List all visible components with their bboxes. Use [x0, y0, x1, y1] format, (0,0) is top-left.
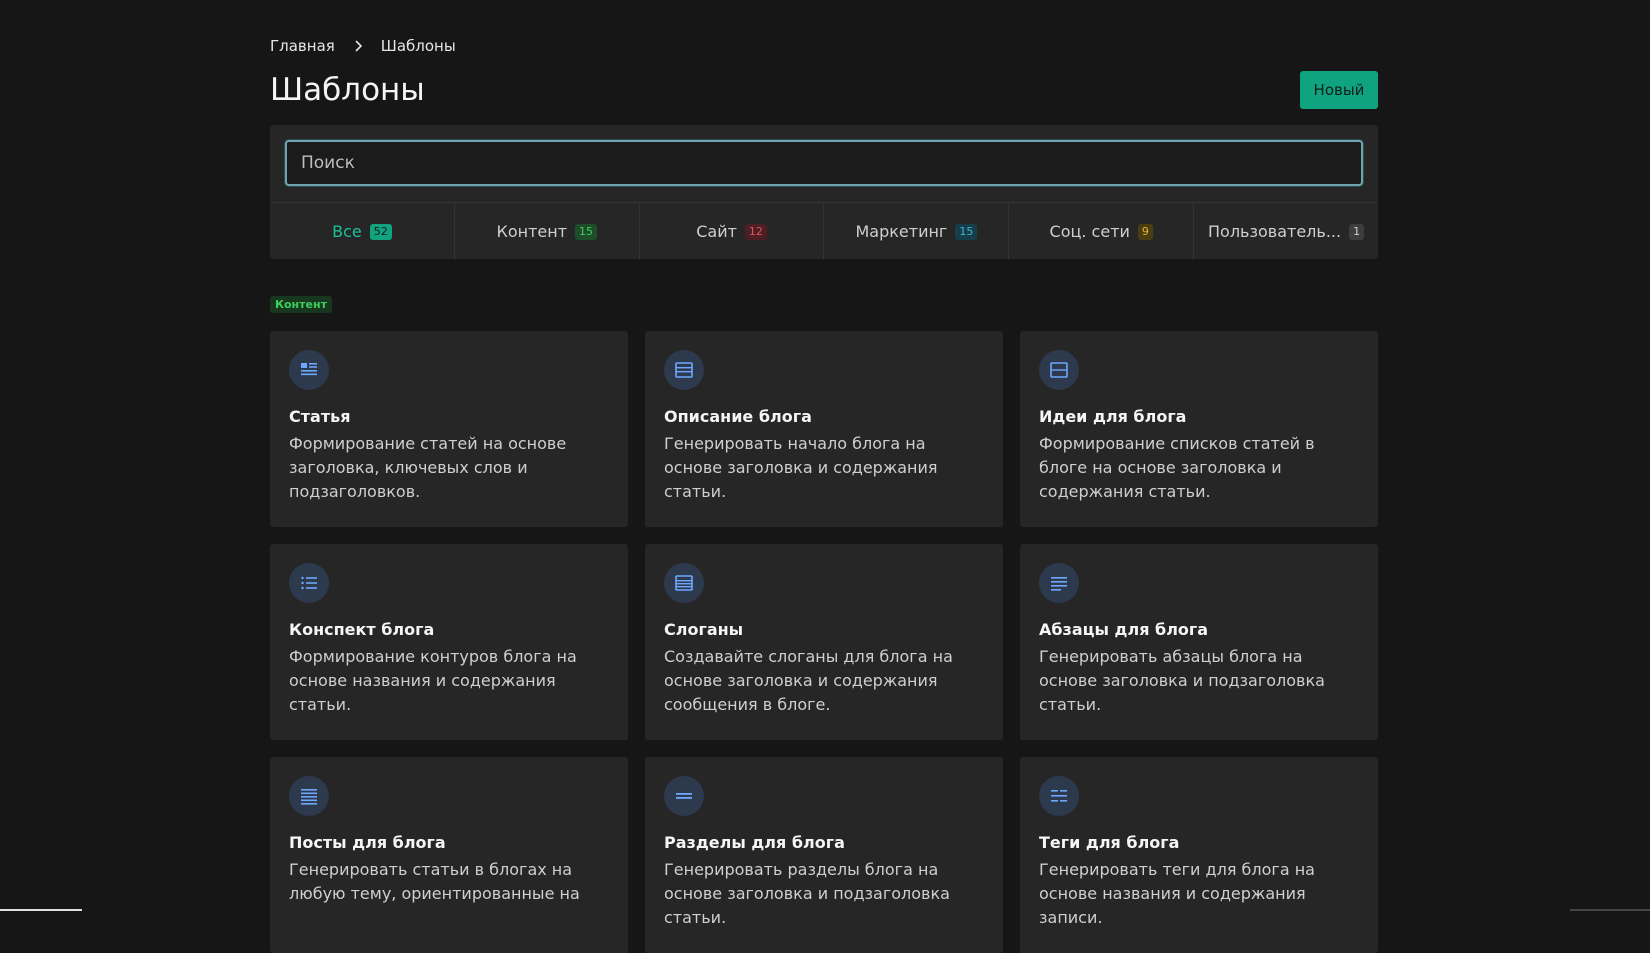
new-template-button[interactable]: Новый [1300, 71, 1378, 109]
blog-tags-icon [1039, 776, 1079, 816]
blog-sections-icon [664, 776, 704, 816]
template-card[interactable]: Конспект блога Формирование контуров блог… [270, 544, 628, 740]
template-card[interactable]: Описание блога Генерировать начало блога … [645, 331, 1003, 527]
tab-4[interactable]: Соц. сети 9 [1009, 203, 1194, 260]
tab-label: Все [332, 222, 362, 241]
card-title: Разделы для блога [664, 833, 984, 852]
tab-count-badge: 15 [955, 224, 977, 240]
card-title: Конспект блога [289, 620, 609, 639]
card-title: Теги для блога [1039, 833, 1359, 852]
card-description: Генерировать начало блога на основе заго… [664, 432, 984, 504]
tab-label: Соц. сети [1050, 222, 1130, 241]
tab-1[interactable]: Контент 15 [455, 203, 640, 260]
breadcrumb: Главная Шаблоны [270, 37, 456, 55]
card-description: Генерировать статьи в блогах на любую те… [289, 858, 609, 906]
filter-panel: Все 52 Контент 15 Сайт 12 Маркетинг 15 Соц. сети… [270, 125, 1378, 259]
template-card[interactable]: Теги для блога Генерировать теги для блог… [1020, 757, 1378, 953]
tab-5[interactable]: Пользователь... 1 [1194, 203, 1378, 260]
tab-2[interactable]: Сайт 12 [640, 203, 825, 260]
template-card[interactable]: Идеи для блога Формирование списков стате… [1020, 331, 1378, 527]
templates-grid: Статья Формирование статей на основе заго… [270, 331, 1378, 953]
tab-3[interactable]: Маркетинг 15 [824, 203, 1009, 260]
tab-count-badge: 15 [575, 224, 597, 240]
page-title: Шаблоны [270, 70, 425, 110]
card-title: Посты для блога [289, 833, 609, 852]
card-description: Генерировать абзацы блога на основе заго… [1039, 645, 1359, 717]
tab-count-badge: 12 [745, 224, 767, 240]
tab-count-badge: 1 [1349, 224, 1364, 240]
template-card[interactable]: Статья Формирование статей на основе заго… [270, 331, 628, 527]
section-tag-content: Контент [270, 296, 332, 313]
tab-label: Контент [496, 222, 567, 241]
template-card[interactable]: Разделы для блога Генерировать разделы бл… [645, 757, 1003, 953]
tab-count-badge: 9 [1138, 224, 1153, 240]
card-title: Абзацы для блога [1039, 620, 1359, 639]
card-title: Описание блога [664, 407, 984, 426]
search-wrapper [285, 140, 1363, 188]
card-title: Слоганы [664, 620, 984, 639]
breadcrumb-current: Шаблоны [381, 37, 456, 55]
tab-label: Сайт [696, 222, 737, 241]
tab-count-badge: 52 [370, 224, 392, 240]
card-title: Статья [289, 407, 609, 426]
tab-label: Пользователь... [1208, 222, 1341, 241]
card-title: Идеи для блога [1039, 407, 1359, 426]
template-card[interactable]: Слоганы Создавайте слоганы для блога на о… [645, 544, 1003, 740]
card-description: Формирование контуров блога на основе на… [289, 645, 609, 717]
tab-0[interactable]: Все 52 [270, 203, 455, 260]
chevron-right-icon [351, 39, 365, 53]
slogans-icon [664, 563, 704, 603]
card-description: Генерировать теги для блога на основе на… [1039, 858, 1359, 930]
template-card[interactable]: Посты для блога Генерировать статьи в бло… [270, 757, 628, 953]
blog-ideas-icon [1039, 350, 1079, 390]
card-description: Генерировать разделы блога на основе заг… [664, 858, 984, 930]
list-icon [289, 563, 329, 603]
template-card[interactable]: Абзацы для блога Генерировать абзацы блог… [1020, 544, 1378, 740]
search-input[interactable] [285, 140, 1363, 186]
blog-description-icon [664, 350, 704, 390]
card-description: Формирование списков статей в блоге на о… [1039, 432, 1359, 504]
breadcrumb-home-link[interactable]: Главная [270, 37, 335, 55]
card-description: Формирование статей на основе заголовка,… [289, 432, 609, 504]
tab-label: Маркетинг [855, 222, 947, 241]
blog-posts-icon [289, 776, 329, 816]
category-tabs: Все 52 Контент 15 Сайт 12 Маркетинг 15 Соц. сети… [270, 202, 1378, 260]
article-icon [289, 350, 329, 390]
paragraph-icon [1039, 563, 1079, 603]
card-description: Создавайте слоганы для блога на основе з… [664, 645, 984, 717]
